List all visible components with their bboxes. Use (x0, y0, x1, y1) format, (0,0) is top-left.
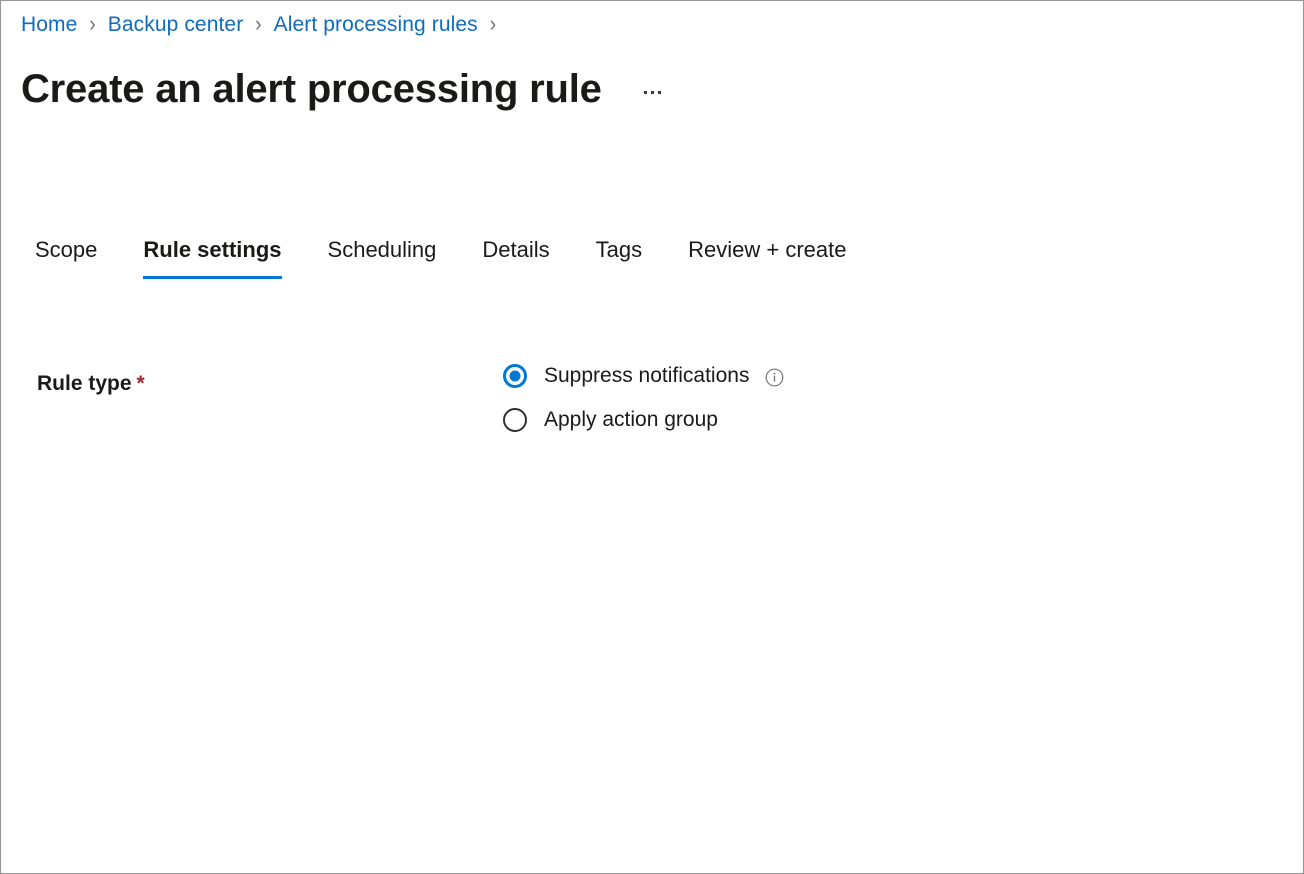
rule-type-radio-group: Suppress notifications Apply action grou… (503, 361, 784, 435)
breadcrumb: Home › Backup center › Alert processing … (21, 9, 508, 41)
breadcrumb-item-alert-processing-rules[interactable]: Alert processing rules (274, 9, 478, 41)
ellipsis-dot (651, 90, 655, 94)
ellipsis-icon[interactable] (638, 77, 668, 107)
rule-type-label: Rule type * (1, 361, 503, 399)
page-header: Create an alert processing rule (21, 59, 668, 119)
radio-unselected-icon[interactable] (503, 408, 527, 432)
ellipsis-dot (658, 90, 662, 94)
breadcrumb-trailing-separator-icon: › (489, 12, 497, 37)
tab-review-create[interactable]: Review + create (688, 235, 846, 279)
tab-tags[interactable]: Tags (596, 235, 642, 279)
page-title: Create an alert processing rule (21, 67, 602, 111)
radio-selected-icon[interactable] (503, 364, 527, 388)
azure-portal-blade: Home › Backup center › Alert processing … (0, 0, 1304, 874)
radio-apply-action-group-label: Apply action group (544, 408, 718, 431)
breadcrumb-separator-icon: › (255, 12, 262, 37)
radio-suppress-notifications[interactable]: Suppress notifications (503, 361, 784, 391)
rule-type-label-text: Rule type (37, 372, 132, 395)
radio-suppress-notifications-label: Suppress notifications (544, 364, 750, 387)
breadcrumb-separator-icon: › (89, 12, 96, 37)
rule-type-field: Rule type * Suppress notifications Apply … (1, 361, 1303, 435)
tab-rule-settings[interactable]: Rule settings (143, 235, 282, 279)
ellipsis-dot (644, 90, 648, 94)
breadcrumb-item-backup-center[interactable]: Backup center (108, 9, 244, 41)
wizard-tablist: Scope Rule settings Scheduling Details T… (35, 229, 847, 279)
info-circle-icon[interactable] (765, 368, 784, 387)
tab-scheduling[interactable]: Scheduling (328, 235, 437, 279)
tab-scope[interactable]: Scope (35, 235, 97, 279)
radio-apply-action-group[interactable]: Apply action group (503, 405, 784, 435)
breadcrumb-item-home[interactable]: Home (21, 9, 77, 41)
tab-details[interactable]: Details (482, 235, 549, 279)
required-indicator: * (136, 372, 145, 395)
